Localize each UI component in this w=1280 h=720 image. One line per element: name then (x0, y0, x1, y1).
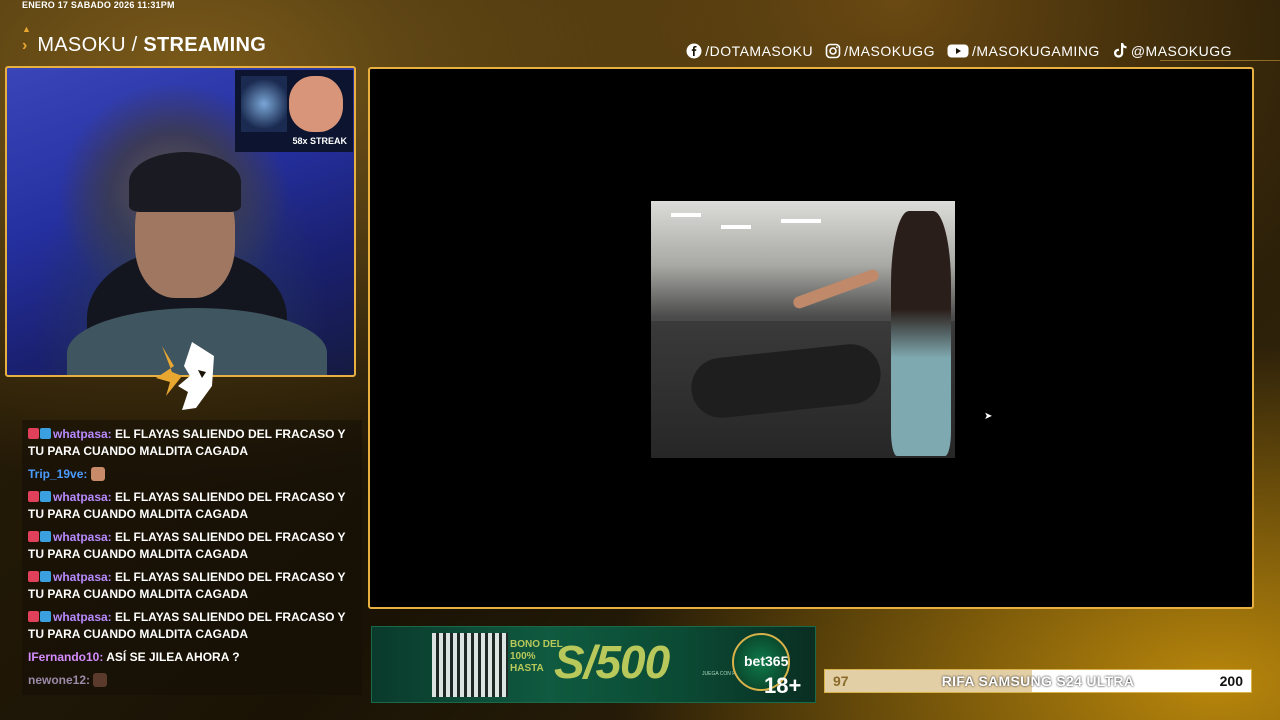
ad-age-rating: 18+ (764, 673, 802, 698)
chat-message: whatpasa: EL FLAYAS SALIENDO DEL FRACASO… (28, 426, 360, 460)
chat-text: ASÍ SE JILEA AHORA ? (106, 650, 240, 664)
chat-username[interactable]: whatpasa: (53, 570, 112, 584)
qr-code-icon (432, 633, 508, 697)
cube-badge-icon (40, 531, 51, 542)
person-arm (791, 267, 881, 311)
chat-username[interactable]: newone12: (28, 673, 90, 687)
subscriber-badge-icon (28, 571, 39, 582)
facebook-label: /DOTAMASOKU (705, 43, 814, 59)
chat-panel: whatpasa: EL FLAYAS SALIENDO DEL FRACASO… (22, 420, 362, 695)
video-clip[interactable] (651, 201, 955, 458)
raffle-title: RIFA SAMSUNG S24 ULTRA (941, 673, 1135, 689)
cube-badge-icon (40, 571, 51, 582)
streak-burst-image (241, 76, 287, 132)
chat-username[interactable]: whatpasa: (53, 427, 112, 441)
raffle-progress-bar: 97 RIFA SAMSUNG S24 ULTRA 200 (824, 669, 1252, 693)
brand-name: MASOKU / (37, 34, 138, 56)
social-youtube[interactable]: /MASOKUGAMING (947, 42, 1100, 60)
person-cap (129, 152, 241, 212)
ceiling-light (721, 225, 751, 229)
streak-label: 58x STREAK (292, 136, 347, 146)
emote-icon (90, 467, 105, 481)
social-instagram[interactable]: /MASOKUGG (825, 42, 935, 60)
streak-widget: 58x STREAK (235, 70, 353, 152)
media-player[interactable]: ➤ (368, 67, 1254, 609)
chat-message: IFernando10: ASÍ SE JILEA AHORA ? (28, 649, 360, 666)
youtube-label: /MASOKUGAMING (971, 43, 1100, 59)
chat-username[interactable]: IFernando10: (28, 650, 103, 664)
chat-message: whatpasa: EL FLAYAS SALIENDO DEL FRACASO… (28, 569, 360, 603)
emote-icon (93, 673, 108, 687)
cube-badge-icon (40, 611, 51, 622)
chat-username[interactable]: whatpasa: (53, 610, 112, 624)
streak-face-image (289, 76, 343, 132)
cube-badge-icon (40, 491, 51, 502)
chat-message: Trip_19ve: (28, 466, 360, 483)
chat-message: whatpasa: EL FLAYAS SALIENDO DEL FRACASO… (28, 529, 360, 563)
instagram-label: /MASOKUGG (844, 43, 935, 59)
chat-message: newone12: (28, 672, 360, 689)
ceiling-light (671, 213, 701, 217)
corner-decoration (1160, 0, 1280, 61)
person-standing (891, 211, 951, 456)
datetime-label: ENERO 17 SABADO 2026 11:31PM (22, 0, 175, 10)
subscriber-badge-icon (28, 531, 39, 542)
ad-banner[interactable]: BONO DEL 100% HASTA S/500 JUEGA CON RESP… (371, 626, 816, 703)
ad-brand: bet365 (744, 653, 789, 669)
chat-message: whatpasa: EL FLAYAS SALIENDO DEL FRACASO… (28, 609, 360, 643)
subscriber-badge-icon (28, 611, 39, 622)
instagram-icon (825, 43, 841, 59)
brand-streaming: STREAMING (143, 34, 267, 56)
tiktok-icon (1112, 42, 1128, 60)
chat-username[interactable]: whatpasa: (53, 490, 112, 504)
chat-message: whatpasa: EL FLAYAS SALIENDO DEL FRACASO… (28, 489, 360, 523)
social-links: /DOTAMASOKU /MASOKUGG /MASOKUGAMING @MAS… (686, 42, 1232, 60)
channel-logo-icon (156, 342, 214, 410)
mouse-cursor-icon: ➤ (984, 411, 993, 422)
triangle-icon: ▲ (22, 24, 31, 34)
webcam-feed: 58x STREAK (5, 66, 356, 377)
subscriber-badge-icon (28, 491, 39, 502)
chat-username[interactable]: Trip_19ve: (28, 467, 87, 481)
raffle-goal: 200 (1219, 673, 1243, 689)
chat-username[interactable]: whatpasa: (53, 530, 112, 544)
chevron-right-icon: › (22, 36, 28, 54)
social-facebook[interactable]: /DOTAMASOKU (686, 42, 813, 60)
ceiling-light (781, 219, 821, 223)
cube-badge-icon (40, 428, 51, 439)
brand-title: ▲ › MASOKU / STREAMING ▲ (22, 24, 267, 78)
youtube-icon (947, 43, 969, 59)
facebook-icon (686, 43, 702, 59)
subscriber-badge-icon (28, 428, 39, 439)
ad-amount: S/500 (554, 636, 670, 688)
